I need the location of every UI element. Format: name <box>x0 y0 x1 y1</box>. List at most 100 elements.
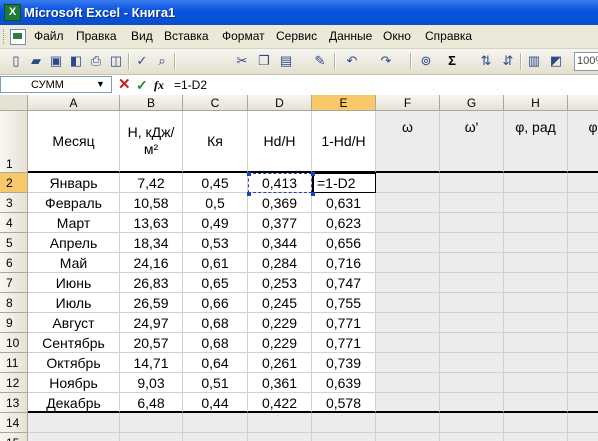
empty-cell[interactable] <box>376 353 440 373</box>
empty-cell[interactable] <box>504 393 568 413</box>
empty-cell[interactable] <box>504 313 568 333</box>
hd-h-value-cell[interactable]: 0,284 <box>248 253 312 273</box>
month-cell[interactable]: Декабрь <box>28 393 120 413</box>
h-value-cell[interactable]: 24,16 <box>120 253 183 273</box>
k-value-cell[interactable]: 0,68 <box>183 313 248 333</box>
empty-cell[interactable] <box>440 193 504 213</box>
menu-insert[interactable]: Вставка <box>164 29 209 43</box>
empty-cell[interactable] <box>504 213 568 233</box>
menu-file[interactable]: Файл <box>34 29 64 43</box>
empty-cell[interactable] <box>568 313 598 333</box>
h-value-cell[interactable]: 13,63 <box>120 213 183 233</box>
permission-icon[interactable]: ◧ <box>68 53 84 69</box>
empty-cell[interactable] <box>504 233 568 253</box>
h-value-cell[interactable]: 14,71 <box>120 353 183 373</box>
empty-cell[interactable] <box>568 393 598 413</box>
empty-cell[interactable] <box>120 413 183 433</box>
print-preview-icon[interactable]: ◫ <box>108 53 124 69</box>
header-omega[interactable]: ω <box>376 111 440 173</box>
reference-handle[interactable] <box>247 172 251 176</box>
hyperlink-icon[interactable]: ⊚ <box>418 53 434 69</box>
hd-h-value-cell[interactable]: 0,229 <box>248 333 312 353</box>
title-bar[interactable]: X Microsoft Excel - Книга1 <box>0 0 598 25</box>
row-header-12[interactable]: 12 <box>0 373 28 393</box>
empty-cell[interactable] <box>504 333 568 353</box>
one-minus-hd-h-cell[interactable]: 0,639 <box>312 373 376 393</box>
empty-cell[interactable] <box>568 353 598 373</box>
empty-cell[interactable] <box>376 413 440 433</box>
h-value-cell[interactable]: 24,97 <box>120 313 183 333</box>
save-icon[interactable]: ▣ <box>48 53 64 69</box>
autosum-icon[interactable]: Σ <box>444 53 460 69</box>
column-header-e[interactable]: E <box>312 95 376 111</box>
reference-handle[interactable] <box>311 172 315 176</box>
formula-input[interactable]: =1-D2 <box>174 77 207 93</box>
research-icon[interactable]: ⌕ <box>154 53 170 69</box>
empty-cell[interactable] <box>376 333 440 353</box>
hd-h-value-cell[interactable]: 0,377 <box>248 213 312 233</box>
empty-cell[interactable] <box>376 273 440 293</box>
row-header-5[interactable]: 5 <box>0 233 28 253</box>
empty-cell[interactable] <box>376 433 440 441</box>
empty-cell[interactable] <box>568 173 598 193</box>
h-value-cell[interactable]: 18,34 <box>120 233 183 253</box>
month-cell[interactable]: Июль <box>28 293 120 313</box>
header-omega-prime[interactable]: ω' <box>440 111 504 173</box>
h-value-cell[interactable]: 6,48 <box>120 393 183 413</box>
one-minus-hd-h-cell[interactable]: 0,747 <box>312 273 376 293</box>
month-cell[interactable]: Сентябрь <box>28 333 120 353</box>
k-value-cell[interactable]: 0,68 <box>183 333 248 353</box>
row-header-2[interactable]: 2 <box>0 173 28 193</box>
new-document-icon[interactable]: ▯ <box>8 53 24 69</box>
empty-cell[interactable] <box>440 313 504 333</box>
chart-wizard-icon[interactable]: ▥ <box>526 53 542 69</box>
one-minus-hd-h-cell[interactable]: 0,631 <box>312 193 376 213</box>
k-value-cell[interactable]: 0,66 <box>183 293 248 313</box>
empty-cell[interactable] <box>440 253 504 273</box>
k-value-cell[interactable]: 0,64 <box>183 353 248 373</box>
empty-cell[interactable] <box>376 193 440 213</box>
spelling-icon[interactable]: ✓ <box>134 53 150 69</box>
empty-cell[interactable] <box>568 193 598 213</box>
reference-handle[interactable] <box>311 192 315 196</box>
row-header-8[interactable]: 8 <box>0 293 28 313</box>
undo-icon[interactable]: ↶ <box>344 53 360 69</box>
empty-cell[interactable] <box>376 213 440 233</box>
hd-h-value-cell[interactable]: 0,253 <box>248 273 312 293</box>
month-cell[interactable]: Октябрь <box>28 353 120 373</box>
row-header-14[interactable]: 14 <box>0 413 28 433</box>
one-minus-hd-h-cell[interactable]: 0,771 <box>312 313 376 333</box>
header-hd-h[interactable]: Hd/H <box>248 111 312 173</box>
worksheet-grid[interactable]: ABCDEFGHI 1 Месяц H, кДж/м² Кя Hd/H 1-Hd/H ω ω' φ… <box>0 95 598 441</box>
one-minus-hd-h-cell[interactable]: 0,578 <box>312 393 376 413</box>
zoom-combo[interactable]: 100% <box>574 52 598 71</box>
row-header-13[interactable]: 13 <box>0 393 28 413</box>
empty-cell[interactable] <box>376 313 440 333</box>
row-header-6[interactable]: 6 <box>0 253 28 273</box>
empty-cell[interactable] <box>440 393 504 413</box>
menu-help[interactable]: Справка <box>425 29 472 43</box>
k-value-cell[interactable]: 0,5 <box>183 193 248 213</box>
workbook-icon[interactable] <box>10 29 26 45</box>
empty-cell[interactable] <box>504 273 568 293</box>
paste-icon[interactable]: ▤ <box>278 53 294 69</box>
row-header-1[interactable]: 1 <box>0 111 28 173</box>
month-cell[interactable]: Июнь <box>28 273 120 293</box>
empty-cell[interactable] <box>440 213 504 233</box>
empty-cell[interactable] <box>312 413 376 433</box>
cut-icon[interactable]: ✂ <box>234 53 250 69</box>
month-cell[interactable]: Апрель <box>28 233 120 253</box>
open-folder-icon[interactable]: ▰ <box>28 53 44 69</box>
empty-cell[interactable] <box>248 413 312 433</box>
empty-cell[interactable] <box>568 273 598 293</box>
empty-cell[interactable] <box>568 333 598 353</box>
month-cell[interactable]: Февраль <box>28 193 120 213</box>
column-header-h[interactable]: H <box>504 95 568 111</box>
empty-cell[interactable] <box>504 293 568 313</box>
sort-descending-icon[interactable]: ⇵ <box>500 53 516 69</box>
empty-cell[interactable] <box>568 213 598 233</box>
month-cell[interactable]: Март <box>28 213 120 233</box>
column-header-c[interactable]: C <box>183 95 248 111</box>
row-header-10[interactable]: 10 <box>0 333 28 353</box>
h-value-cell[interactable]: 20,57 <box>120 333 183 353</box>
